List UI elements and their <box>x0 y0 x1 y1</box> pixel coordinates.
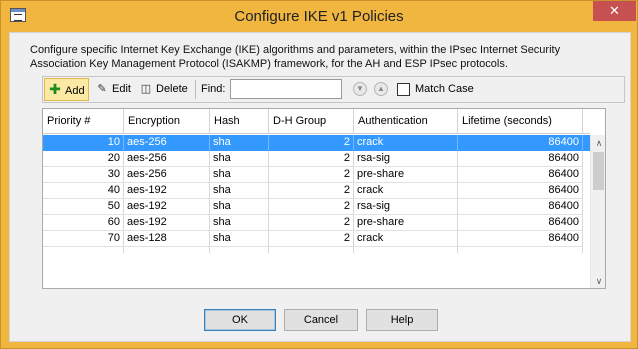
table-row[interactable]: 50 aes-192 sha 2 rsa-sig 86400 <box>43 199 590 215</box>
add-button[interactable]: ✚ Add <box>44 78 89 101</box>
dh-group-cell: 2 <box>269 183 354 199</box>
column-header-encryption[interactable]: Encryption <box>124 109 210 134</box>
priority-cell: 50 <box>43 199 124 215</box>
edit-label: Edit <box>112 83 131 95</box>
table-row[interactable]: 40 aes-192 sha 2 crack 86400 <box>43 183 590 199</box>
match-case-label[interactable]: Match Case <box>415 83 474 95</box>
dialog-window: Configure IKE v1 Policies ✕ Configure sp… <box>0 0 638 349</box>
priority-cell: 10 <box>43 135 124 151</box>
hash-cell: sha <box>210 167 269 183</box>
dh-group-cell: 2 <box>269 199 354 215</box>
partial-cell <box>354 247 458 253</box>
partial-cell <box>43 247 124 253</box>
authentication-cell: rsa-sig <box>354 151 458 167</box>
column-header-hash[interactable]: Hash <box>210 109 269 134</box>
priority-cell: 60 <box>43 215 124 231</box>
edit-icon: ✎ <box>97 83 107 95</box>
priority-cell: 40 <box>43 183 124 199</box>
column-header-priority[interactable]: Priority # <box>43 109 124 134</box>
title-bar[interactable]: Configure IKE v1 Policies ✕ <box>1 1 637 32</box>
lifetime-cell: 86400 <box>458 151 583 167</box>
authentication-cell: pre-share <box>354 215 458 231</box>
add-icon: ✚ <box>49 81 61 97</box>
encryption-cell: aes-192 <box>124 199 210 215</box>
encryption-cell: aes-128 <box>124 231 210 247</box>
authentication-cell: crack <box>354 183 458 199</box>
match-case-checkbox[interactable] <box>397 83 410 96</box>
hash-cell: sha <box>210 215 269 231</box>
dh-group-cell: 2 <box>269 167 354 183</box>
hash-cell: sha <box>210 199 269 215</box>
encryption-cell: aes-256 <box>124 151 210 167</box>
table-row[interactable]: 10 aes-256 sha 2 crack 86400 <box>43 135 590 151</box>
column-header-dh-group[interactable]: D-H Group <box>269 109 354 134</box>
priority-cell: 70 <box>43 231 124 247</box>
find-label: Find: <box>201 83 226 95</box>
priority-cell: 20 <box>43 151 124 167</box>
help-button[interactable]: Help <box>366 309 438 331</box>
dialog-body: Configure specific Internet Key Exchange… <box>9 32 631 342</box>
lifetime-cell: 86400 <box>458 199 583 215</box>
partial-cell <box>124 247 210 253</box>
authentication-cell: pre-share <box>354 167 458 183</box>
scroll-down-icon[interactable]: ∨ <box>591 273 605 288</box>
authentication-cell: rsa-sig <box>354 199 458 215</box>
encryption-cell: aes-256 <box>124 135 210 151</box>
table-header: Priority # Encryption Hash D-H Group Aut… <box>43 109 590 134</box>
delete-label: Delete <box>156 83 188 95</box>
close-button[interactable]: ✕ <box>593 1 636 21</box>
ok-button[interactable]: OK <box>204 309 276 331</box>
lifetime-cell: 86400 <box>458 183 583 199</box>
hash-cell: sha <box>210 151 269 167</box>
toolbar: ✚ Add ✎ Edit ◫ Delete Find: ▼ ▲ Match Case <box>42 76 625 103</box>
dh-group-cell: 2 <box>269 151 354 167</box>
hash-cell: sha <box>210 183 269 199</box>
edit-button[interactable]: ✎ Edit <box>91 78 133 101</box>
find-previous-icon[interactable]: ▲ <box>374 82 388 96</box>
scrollbar-thumb[interactable] <box>593 152 604 190</box>
window-title: Configure IKE v1 Policies <box>234 8 404 25</box>
dh-group-cell: 2 <box>269 215 354 231</box>
hash-cell: sha <box>210 135 269 151</box>
toolbar-separator <box>195 80 196 99</box>
column-header-lifetime[interactable]: Lifetime (seconds) <box>458 109 583 134</box>
table-row[interactable]: 60 aes-192 sha 2 pre-share 86400 <box>43 215 590 231</box>
encryption-cell: aes-192 <box>124 183 210 199</box>
vertical-scrollbar[interactable]: ∧ ∨ <box>590 135 605 288</box>
scroll-up-icon[interactable]: ∧ <box>591 135 605 151</box>
policies-table: Priority # Encryption Hash D-H Group Aut… <box>42 108 606 289</box>
add-label: Add <box>65 85 85 97</box>
column-header-authentication[interactable]: Authentication <box>354 109 458 134</box>
lifetime-cell: 86400 <box>458 231 583 247</box>
delete-icon: ◫ <box>140 83 152 95</box>
table-row[interactable]: 70 aes-128 sha 2 crack 86400 <box>43 231 590 247</box>
partial-cell <box>269 247 354 253</box>
find-input[interactable] <box>230 79 342 99</box>
table-row[interactable]: 20 aes-256 sha 2 rsa-sig 86400 <box>43 151 590 167</box>
cancel-button[interactable]: Cancel <box>284 309 358 331</box>
find-next-icon[interactable]: ▼ <box>353 82 367 96</box>
partial-cell <box>458 247 583 253</box>
table-row[interactable]: 30 aes-256 sha 2 pre-share 86400 <box>43 167 590 183</box>
hash-cell: sha <box>210 231 269 247</box>
partial-cell <box>210 247 269 253</box>
lifetime-cell: 86400 <box>458 215 583 231</box>
lifetime-cell: 86400 <box>458 135 583 151</box>
priority-cell: 30 <box>43 167 124 183</box>
lifetime-cell: 86400 <box>458 167 583 183</box>
description-text: Configure specific Internet Key Exchange… <box>30 44 561 70</box>
delete-button[interactable]: ◫ Delete <box>135 78 191 101</box>
encryption-cell: aes-256 <box>124 167 210 183</box>
dh-group-cell: 2 <box>269 135 354 151</box>
authentication-cell: crack <box>354 135 458 151</box>
authentication-cell: crack <box>354 231 458 247</box>
encryption-cell: aes-192 <box>124 215 210 231</box>
dh-group-cell: 2 <box>269 231 354 247</box>
table-row-partial[interactable] <box>43 247 590 253</box>
